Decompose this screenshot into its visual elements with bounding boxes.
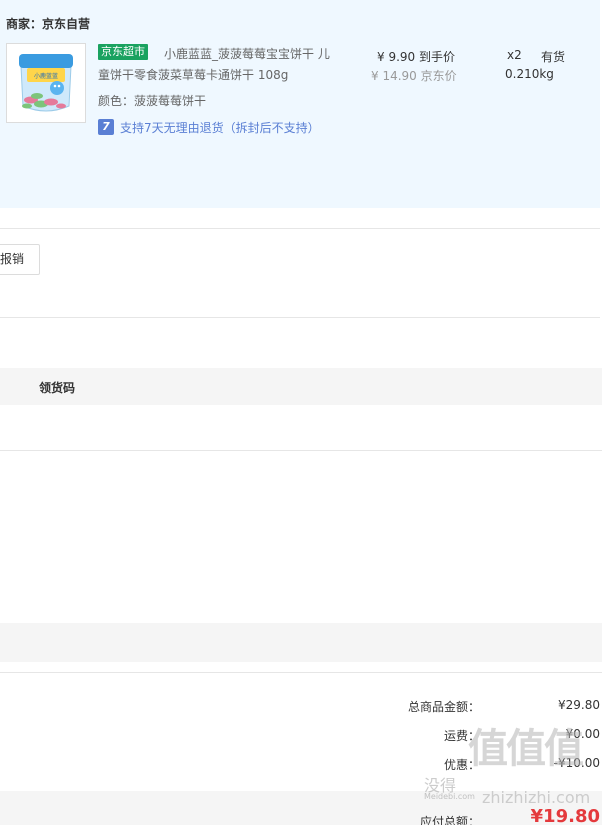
section-divider [0, 672, 602, 673]
summary-row-discount: 优惠： -¥10.00 [350, 756, 600, 772]
product-name-line1[interactable]: 小鹿蓝蓝_菠菠莓莓宝宝饼干 儿 [164, 45, 330, 62]
section-divider [0, 317, 600, 318]
summary-row-total: 总商品金额： ¥29.80 [350, 698, 600, 714]
payable-label: 应付总额： [419, 815, 480, 825]
pickup-table-header [0, 368, 602, 405]
summary-label: 优惠： [443, 758, 480, 772]
merchant-label: 商家：京东自营 [6, 17, 91, 31]
jd-supermarket-tag: 京东超市 [98, 44, 148, 60]
table-divider [0, 450, 602, 451]
pickup-code-header: 领货码 [39, 381, 76, 395]
product-color: 颜色：菠菠莓莓饼干 [98, 94, 207, 108]
price-final: ¥ 9.90 到手价 [377, 50, 455, 64]
summary-label: 运费： [443, 729, 480, 743]
stock-status: 有货 [541, 50, 566, 64]
weight: 0.210kg [505, 67, 554, 81]
empty-band [0, 623, 602, 662]
price-jd: ¥ 14.90 京东价 [371, 69, 457, 83]
reimburse-button[interactable]: 报销 [0, 244, 40, 275]
summary-value: ¥29.80 [558, 698, 600, 712]
payable-bar [0, 791, 602, 825]
product-name-line2[interactable]: 童饼干零食菠菜草莓卡通饼干 108g [98, 66, 288, 83]
summary-value: ¥0.00 [565, 727, 600, 741]
quantity: x2 [507, 48, 522, 62]
return-policy-link[interactable]: 支持7天无理由退货（拆封后不支持） [120, 119, 320, 136]
payable-value: ¥19.80 [530, 806, 600, 825]
jar-label-text: 小鹿蓝蓝 [34, 72, 58, 80]
summary-row-shipping: 运费： ¥0.00 [350, 727, 600, 743]
cookie-jar-icon: 小鹿蓝蓝 [7, 44, 85, 122]
summary-label: 总商品金额： [407, 700, 480, 714]
summary-value: -¥10.00 [553, 756, 600, 770]
return-policy-icon: 7 [98, 119, 114, 135]
product-image[interactable]: 小鹿蓝蓝 [6, 43, 86, 123]
section-divider [0, 228, 600, 229]
